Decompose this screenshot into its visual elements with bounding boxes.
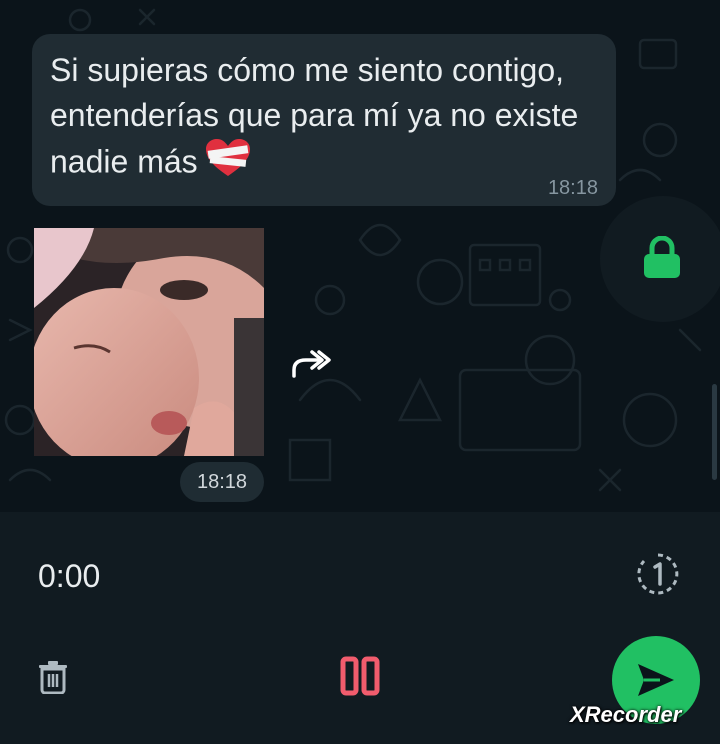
forward-icon[interactable] (288, 346, 332, 382)
lock-recording-button[interactable] (600, 196, 720, 322)
trash-icon[interactable] (38, 660, 68, 694)
send-icon (638, 664, 674, 696)
xrecorder-watermark: XRecorder (570, 702, 682, 727)
view-once-icon[interactable] (636, 552, 680, 596)
mending-heart-emoji (204, 138, 252, 190)
media-timestamp: 18:18 (180, 462, 264, 502)
chat-area[interactable]: Si supieras cómo me siento contigo, ente… (0, 0, 720, 512)
lock-icon (644, 236, 680, 278)
photo-thumbnail (34, 228, 264, 456)
scrollbar-thumb[interactable] (712, 384, 717, 480)
incoming-message-bubble[interactable]: Si supieras cómo me siento contigo, ente… (32, 34, 616, 206)
message-timestamp: 18:18 (547, 177, 598, 199)
pause-icon[interactable] (340, 656, 380, 696)
image-message[interactable] (34, 228, 264, 456)
message-text: Si supieras cómo me siento contigo, ente… (50, 48, 600, 190)
recording-timer: 0:00 (38, 558, 101, 594)
